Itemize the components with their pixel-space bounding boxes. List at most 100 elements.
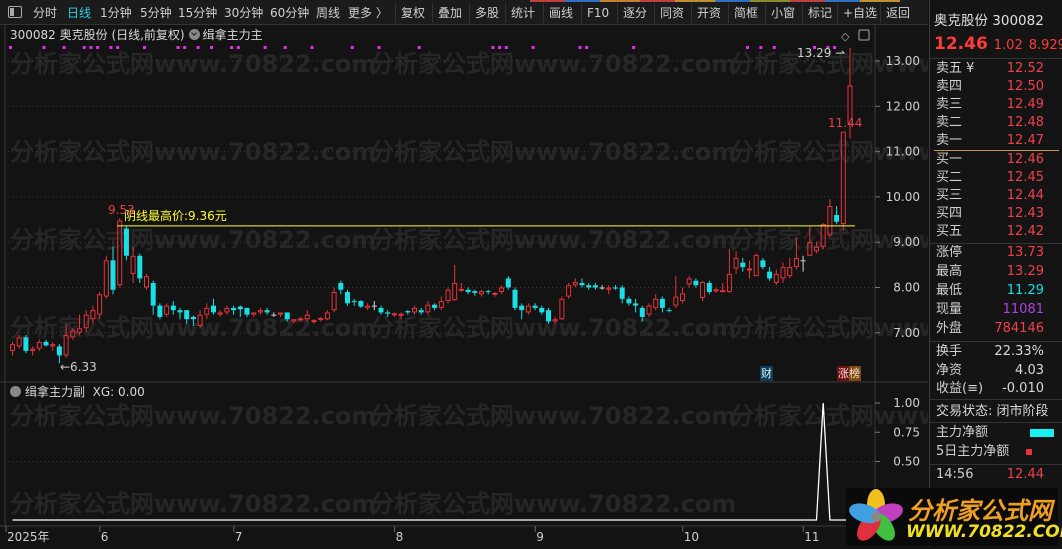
candle-up[interactable] (438, 301, 444, 308)
candle-up[interactable] (479, 291, 484, 295)
candle-down[interactable] (592, 285, 598, 288)
candle-down[interactable] (633, 303, 639, 306)
candle-up[interactable] (525, 305, 531, 313)
candle-up[interactable] (144, 276, 149, 288)
candle-up[interactable] (780, 267, 786, 279)
candle-down[interactable] (177, 310, 183, 313)
indicator-name[interactable]: 缉拿主力副 (25, 385, 85, 399)
candle-up[interactable] (700, 282, 706, 298)
candle-down[interactable] (693, 280, 699, 286)
candle-flat[interactable] (599, 287, 605, 289)
candle-up[interactable] (224, 307, 230, 313)
candle-down[interactable] (579, 282, 585, 286)
candle-down[interactable] (418, 310, 424, 313)
candle-down[interactable] (539, 307, 545, 313)
candle-up[interactable] (733, 258, 739, 269)
candle-up[interactable] (793, 258, 799, 268)
candle-down[interactable] (385, 312, 391, 314)
candle-down[interactable] (619, 287, 625, 299)
candle-up[interactable] (298, 318, 304, 321)
candle-up[interactable] (653, 298, 659, 308)
candle-up[interactable] (499, 287, 505, 293)
candle-down[interactable] (56, 346, 62, 356)
candle-down[interactable] (110, 260, 116, 290)
candle-down[interactable] (378, 307, 384, 313)
candle-down[interactable] (586, 285, 592, 288)
candle-down[interactable] (465, 289, 471, 293)
candle-down[interactable] (231, 307, 237, 311)
candle-down[interactable] (338, 282, 344, 290)
candle-down[interactable] (358, 301, 364, 307)
candle-down[interactable] (137, 255, 143, 279)
candle-up[interactable] (753, 254, 759, 277)
candle-down[interactable] (170, 305, 176, 311)
candle-down[interactable] (123, 228, 129, 256)
candle-flat[interactable] (800, 260, 806, 262)
candle-up[interactable] (773, 273, 779, 283)
candle-down[interactable] (626, 298, 632, 304)
candle-down[interactable] (485, 291, 491, 293)
candle-down[interactable] (345, 292, 350, 304)
candle-down[interactable] (706, 282, 712, 293)
candle-down[interactable] (740, 262, 746, 268)
candle-up[interactable] (680, 293, 685, 302)
candle-down[interactable] (760, 260, 766, 268)
candle-down[interactable] (519, 305, 525, 311)
candle-down[interactable] (767, 271, 773, 279)
candle-up[interactable] (391, 313, 397, 316)
candle-up[interactable] (103, 260, 109, 297)
dropdown-icon[interactable] (10, 386, 21, 397)
candle-up[interactable] (30, 348, 36, 351)
candle-down[interactable] (43, 341, 49, 346)
candle-up[interactable] (36, 341, 42, 349)
candle-up[interactable] (257, 310, 263, 313)
candle-up[interactable] (646, 305, 652, 315)
candle-up[interactable] (10, 344, 15, 351)
candle-up[interactable] (50, 344, 56, 347)
candle-up[interactable] (606, 287, 612, 290)
candle-up[interactable] (311, 320, 317, 323)
candle-down[interactable] (405, 311, 411, 313)
candle-up[interactable] (458, 288, 464, 291)
candle-down[interactable] (150, 282, 156, 306)
candle-down[interactable] (237, 306, 243, 310)
candle-flat[interactable] (271, 314, 277, 316)
candle-up[interactable] (130, 255, 136, 274)
candle-down[interactable] (23, 337, 29, 351)
candle-down[interactable] (613, 287, 618, 289)
candle-up[interactable] (445, 289, 451, 302)
candle-down[interactable] (184, 310, 190, 320)
candle-down[interactable] (505, 278, 511, 288)
candle-up[interactable] (720, 290, 726, 293)
candle-up[interactable] (673, 296, 679, 306)
candle-up[interactable] (492, 292, 498, 295)
candle-down[interactable] (659, 298, 665, 308)
candle-up[interactable] (331, 292, 337, 311)
candle-up[interactable] (425, 304, 431, 313)
candle-down[interactable] (532, 305, 538, 308)
candle-up[interactable] (787, 267, 793, 277)
candle-up[interactable] (747, 268, 752, 271)
candle-up[interactable] (398, 313, 404, 316)
candle-down[interactable] (157, 305, 163, 317)
candle-down[interactable] (432, 304, 438, 308)
candle-down[interactable] (264, 310, 270, 313)
candle-down[interactable] (666, 310, 672, 312)
candle-up[interactable] (164, 305, 170, 315)
candle-up[interactable] (412, 307, 417, 313)
candle-flat[interactable] (371, 305, 377, 307)
candle-up[interactable] (365, 305, 371, 308)
candle-down[interactable] (472, 291, 478, 293)
candle-down[interactable] (284, 312, 290, 320)
finance-badge[interactable]: 财 (760, 366, 773, 381)
layout-toggle-icon[interactable] (858, 29, 870, 41)
candle-up[interactable] (97, 294, 103, 315)
candle-down[interactable] (834, 215, 840, 222)
candle-up[interactable] (452, 282, 458, 301)
candle-down[interactable] (244, 307, 250, 315)
candle-up[interactable] (572, 282, 578, 286)
candle-up[interactable] (686, 278, 692, 285)
candle-down[interactable] (211, 305, 216, 313)
diamond-icon[interactable]: ◇ (841, 30, 850, 43)
candle-down[interactable] (351, 301, 357, 303)
